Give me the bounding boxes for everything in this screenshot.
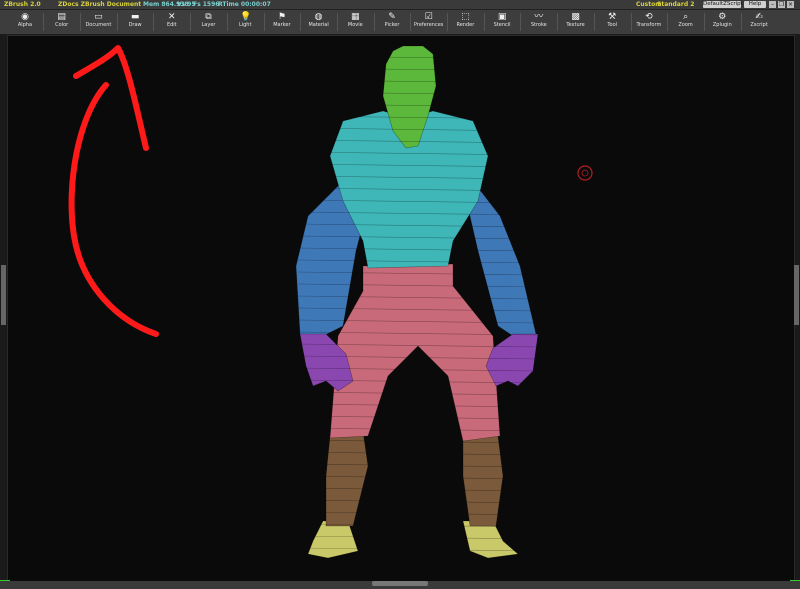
menu-label: Preferences <box>413 22 444 28</box>
menu-material[interactable]: ◍ Material <box>301 10 337 34</box>
menu-layer[interactable]: ⧉ Layer <box>191 10 227 34</box>
menu-label: Zscript <box>750 22 768 28</box>
picker-icon: ✎ <box>388 12 396 22</box>
menu-zoom[interactable]: ⌕ Zoom <box>668 10 704 34</box>
restore-icon[interactable]: ❐ <box>778 1 785 8</box>
document-icon: ▭ <box>94 12 103 22</box>
color-icon: ▤ <box>57 12 66 22</box>
zoom-icon: ⌕ <box>683 12 689 22</box>
menu-zplugin[interactable]: ⚙ Zplugin <box>704 10 740 34</box>
preferences-icon: ☑ <box>424 12 433 22</box>
menu-label: Document <box>85 22 112 28</box>
render-icon: ⬚ <box>461 12 470 22</box>
tool-icon: ⚒ <box>608 12 617 22</box>
menu-alpha[interactable]: ◉ Alpha <box>7 10 43 34</box>
arrow-head <box>73 45 149 151</box>
alpha-icon: ◉ <box>21 12 29 22</box>
timer-readout: RTime 00:00:07 <box>218 1 271 8</box>
menu-label: Movie <box>347 22 363 28</box>
menu-label: Alpha <box>17 22 33 28</box>
bottom-tray-toggle[interactable] <box>372 581 428 586</box>
menu-label: Marker <box>273 22 291 28</box>
material-icon: ◍ <box>314 12 323 22</box>
marker-icon: ⚑ <box>277 12 286 22</box>
color-scheme-label[interactable]: Standard 2 <box>657 0 694 9</box>
menu-label: Layer <box>201 22 216 28</box>
app-title: ZBrush 2.0 <box>4 1 41 8</box>
minimize-icon[interactable]: – <box>769 1 776 8</box>
menu-label: Light <box>238 22 252 28</box>
document-canvas[interactable] <box>7 35 795 582</box>
menu-label: Stencil <box>493 22 511 28</box>
document-title: ZDocs ZBrush Document <box>58 1 142 8</box>
legs-pelvis <box>329 263 501 442</box>
left-foot <box>307 520 359 559</box>
menu-tool[interactable]: ⚒ Tool <box>594 10 630 34</box>
menu-label: Picker <box>384 22 400 28</box>
menu-label: Zplugin <box>712 22 732 28</box>
zplugin-icon: ⚙ <box>718 12 727 22</box>
menu-marker[interactable]: ⚑ Marker <box>264 10 300 34</box>
menu-label: Transform <box>636 22 662 28</box>
layer-icon: ⧉ <box>205 12 212 22</box>
menu-label: Zoom <box>678 22 693 28</box>
menu-light[interactable]: 💡 Light <box>227 10 263 34</box>
help-button[interactable]: Help <box>744 1 766 8</box>
left-tray-toggle[interactable] <box>1 265 6 325</box>
menu-color[interactable]: ▤ Color <box>44 10 80 34</box>
palette-menu-bar: ◉ Alpha ▤ Color ▭ Document ▬ Draw ✕ Edit ⧉ Layer 💡 Li… <box>0 10 800 35</box>
left-shin <box>325 430 369 527</box>
brush-cursor-center <box>581 169 589 177</box>
stroke-icon: 〰 <box>534 12 544 22</box>
menu-picker[interactable]: ✎ Picker <box>374 10 410 34</box>
menu-movie[interactable]: ▦ Movie <box>337 10 373 34</box>
3d-character-model[interactable] <box>295 45 539 559</box>
default-zscript-button[interactable]: DefaultZScript <box>703 1 743 8</box>
menu-transform[interactable]: ⟲ Transform <box>631 10 667 34</box>
stencil-icon: ▣ <box>497 12 507 22</box>
draw-icon: ▬ <box>130 12 140 22</box>
right-tray-toggle[interactable] <box>794 265 799 325</box>
texture-icon: ▩ <box>571 12 580 22</box>
canvas-svg <box>68 45 593 559</box>
menu-label: Material <box>308 22 329 28</box>
menu-draw[interactable]: ▬ Draw <box>117 10 153 34</box>
menu-label: Edit <box>166 22 177 28</box>
brush-cursor-icon <box>577 165 593 181</box>
arrow-curve <box>68 82 159 337</box>
menu-stencil[interactable]: ▣ Stencil <box>484 10 520 34</box>
menu-preferences[interactable]: ☑ Preferences <box>411 10 447 34</box>
close-icon[interactable]: × <box>787 1 794 8</box>
menu-label: Draw <box>128 22 142 28</box>
edit-icon: ✕ <box>168 12 176 22</box>
menu-label: Texture <box>566 22 585 28</box>
menu-label: Stroke <box>530 22 547 28</box>
red-arrow-annotation <box>68 45 159 337</box>
menu-stroke[interactable]: 〰 Stroke <box>521 10 557 34</box>
fs-readout: Fs 1596 <box>193 1 220 8</box>
movie-icon: ▦ <box>351 12 360 22</box>
zscript-icon: ✍ <box>755 12 763 22</box>
menu-edit[interactable]: ✕ Edit <box>154 10 190 34</box>
transform-icon: ⟲ <box>645 12 653 22</box>
menu-label: Color <box>55 22 69 28</box>
menu-label: Tool <box>607 22 618 28</box>
menu-texture[interactable]: ▩ Texture <box>558 10 594 34</box>
menu-zscript[interactable]: ✍ Zscript <box>741 10 777 34</box>
menu-render[interactable]: ⬚ Render <box>447 10 483 34</box>
menu-label: Render <box>456 22 475 28</box>
light-icon: 💡 <box>240 12 252 22</box>
right-shin <box>462 433 504 527</box>
title-bar: ZBrush 2.0 ZDocs ZBrush Document Mem 864… <box>0 0 800 10</box>
menu-document[interactable]: ▭ Document <box>80 10 116 34</box>
right-hand <box>485 333 539 387</box>
